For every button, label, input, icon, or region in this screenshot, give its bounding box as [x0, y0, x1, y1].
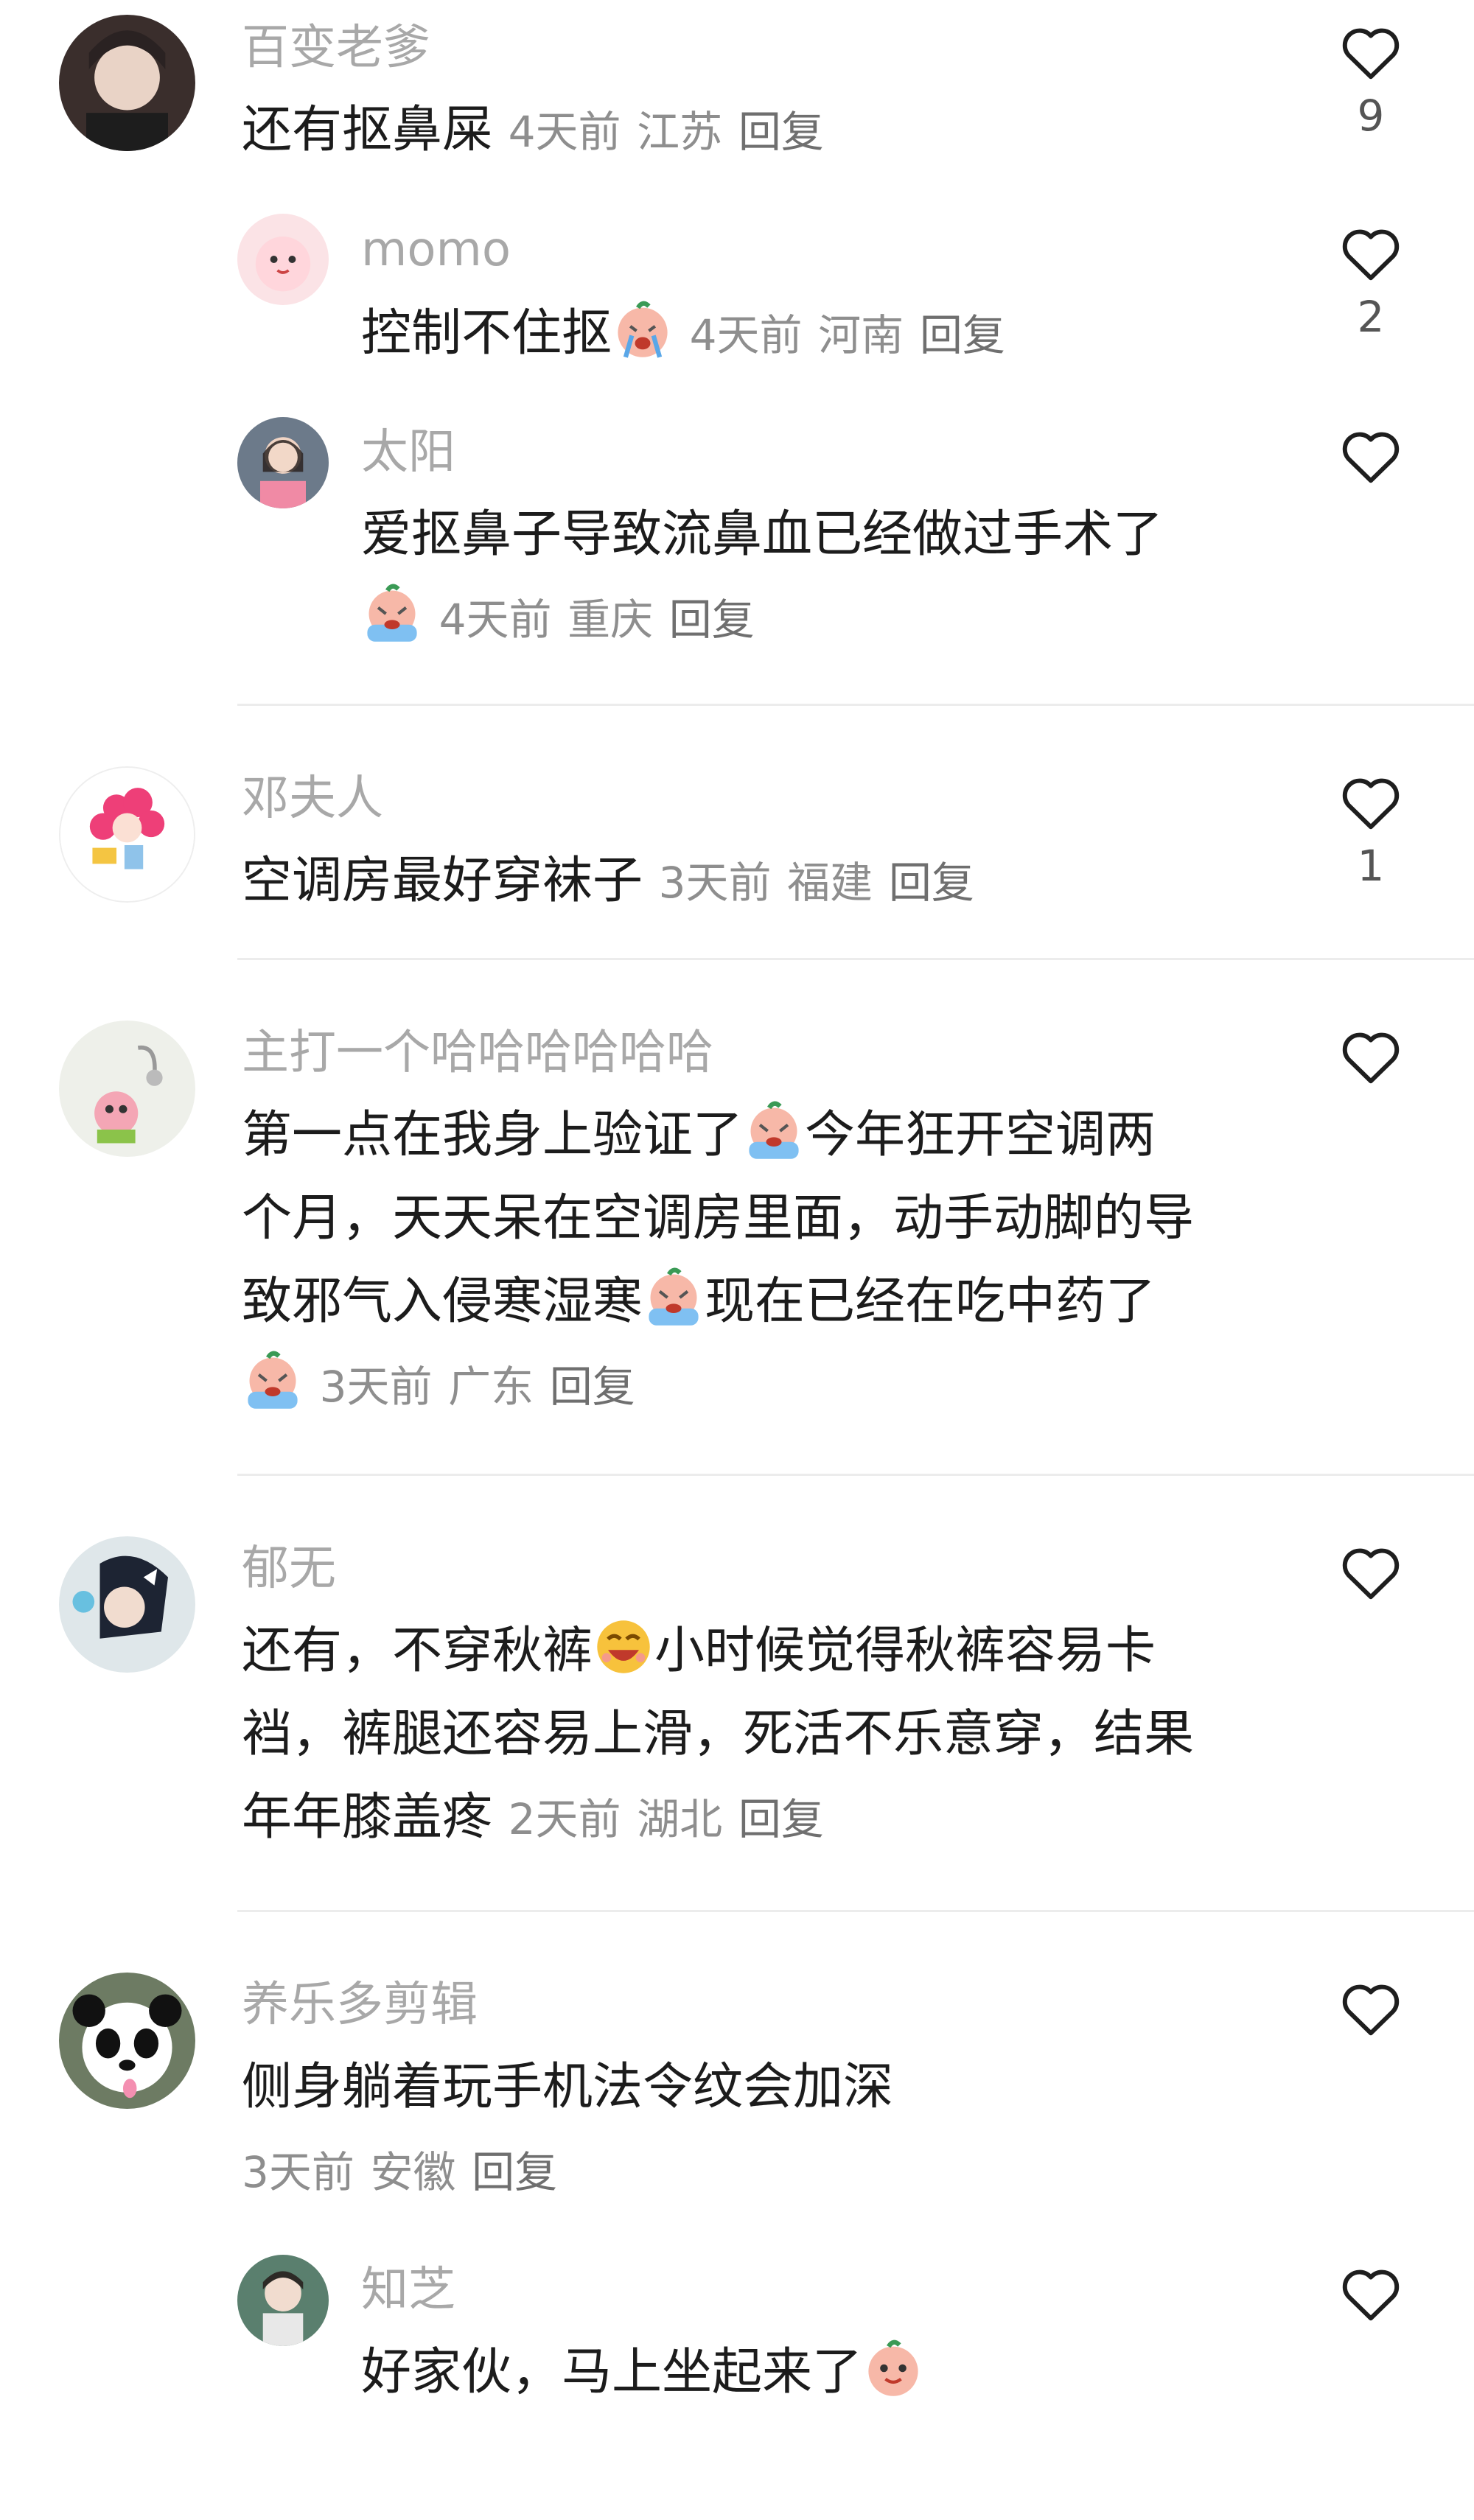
avatar[interactable]	[59, 1021, 195, 1157]
comment-text: 今年狂开空调两	[805, 1106, 1156, 1164]
divider	[237, 704, 1474, 706]
comment-body: 还有，不穿秋裤 小时候觉得秋裤容易卡 裆，裤腿还容易上滑，死活不乐意穿，结果 年年…	[242, 1609, 1318, 1861]
comment-text: 裆，裤腿还容易上滑，死活不乐意穿，结果	[242, 1705, 1195, 1763]
like-count: 1	[1357, 841, 1385, 891]
comment-text: 个月，天天呆在空调房里面，动手动脚的导	[242, 1189, 1195, 1247]
laughing-emoji-icon	[593, 1616, 654, 1678]
divider	[237, 1474, 1474, 1476]
reply-button[interactable]: 回复	[738, 1794, 824, 1844]
like-button[interactable]	[1337, 1028, 1405, 1085]
comment-body: 第一点在我身上验证了 今年狂开空调两 个月，天天呆在空调房里面，动手动脚的导 致邪…	[242, 1093, 1318, 1429]
reply-button[interactable]: 回复	[550, 1362, 635, 1412]
like-button[interactable]	[1337, 427, 1405, 485]
comment-location: 江苏	[637, 107, 723, 157]
comment-time: 3天前	[242, 2147, 354, 2197]
avatar[interactable]	[59, 15, 195, 151]
like-button[interactable]	[1337, 1544, 1405, 1601]
comment-location: 福建	[787, 858, 873, 908]
crying-emoji-icon	[242, 1350, 304, 1412]
comment-time: 4天前	[689, 310, 803, 360]
comment-text: 还有，不穿秋裤	[242, 1622, 593, 1680]
crying-emoji-icon	[743, 1100, 805, 1162]
comment-time: 3天前	[658, 858, 772, 908]
heart-outline-icon	[1342, 1984, 1400, 2036]
reply-button[interactable]: 回复	[889, 858, 974, 908]
comment-body: 控制不住抠 4天前 河南 回复	[361, 292, 1005, 377]
avatar[interactable]	[59, 766, 195, 903]
comment-text: 现在已经在吃中药了	[705, 1273, 1156, 1331]
comment-location: 湖北	[637, 1794, 723, 1844]
heart-outline-icon	[1342, 229, 1400, 281]
comment-text: 侧身躺着玩手机法令纹会加深	[242, 2058, 894, 2116]
comment-username[interactable]: 主打一个哈哈哈哈哈哈	[242, 1029, 713, 1077]
comment-body: 爱抠鼻子导致流鼻血已经做过手术了 4天前 重庆 回复	[361, 493, 1319, 662]
comment-text: 第一点在我身上验证了	[242, 1106, 744, 1164]
comment-username[interactable]: 太阳	[361, 429, 455, 476]
heart-outline-icon	[1342, 1032, 1400, 1084]
reply-button[interactable]: 回复	[669, 595, 755, 645]
like-button[interactable]	[1337, 2265, 1405, 2323]
comment-time: 4天前	[508, 107, 621, 157]
comment-text: 年年膝盖疼	[242, 1788, 493, 1847]
avatar[interactable]	[237, 417, 329, 508]
comment-username[interactable]: 郁无	[242, 1545, 336, 1592]
comment-username[interactable]: 百变老爹	[242, 24, 430, 71]
comment-text: 爱抠鼻子导致流鼻血已经做过手术了	[361, 505, 1164, 564]
avatar[interactable]	[237, 2255, 329, 2346]
comment-text: 控制不住抠	[361, 304, 612, 363]
comment-body: 侧身躺着玩手机法令纹会加深 3天前 安徽 回复	[242, 2045, 1318, 2214]
avatar[interactable]	[237, 214, 329, 305]
divider	[237, 1910, 1474, 1912]
comment-body: 还有抠鼻屎 4天前 江苏 回复	[242, 88, 824, 174]
comment-time: 3天前	[319, 1362, 433, 1412]
like-button[interactable]: 2	[1337, 225, 1405, 338]
heart-outline-icon	[1342, 432, 1400, 483]
like-button[interactable]: 1	[1337, 774, 1405, 887]
crying-emoji-icon	[612, 298, 674, 360]
heart-outline-icon	[1342, 1548, 1400, 1600]
comment-text: 好家伙，马上坐起来了	[361, 2343, 863, 2401]
heart-outline-icon	[1342, 28, 1400, 80]
comment-time: 4天前	[439, 595, 552, 645]
comment-body: 空调房最好穿袜子 3天前 福建 回复	[242, 839, 974, 925]
divider	[237, 958, 1474, 960]
avatar[interactable]	[59, 1536, 195, 1673]
comment-text: 致邪气入侵寒湿寒	[242, 1273, 643, 1331]
comment-location: 重庆	[567, 595, 654, 645]
heart-outline-icon	[1342, 778, 1400, 830]
comment-text: 还有抠鼻屎	[242, 101, 493, 159]
reply-button[interactable]: 回复	[738, 107, 824, 157]
comment-location: 河南	[818, 310, 904, 360]
comment-username[interactable]: 养乐多剪辑	[242, 1981, 478, 2029]
comment-username[interactable]: 知芝	[361, 2267, 455, 2314]
reply-button[interactable]: 回复	[920, 310, 1005, 360]
like-count: 2	[1357, 292, 1385, 342]
comment-location: 安徽	[370, 2147, 456, 2197]
comment-time: 2天前	[508, 1794, 621, 1844]
like-button[interactable]	[1337, 1980, 1405, 2037]
comment-text: 空调房最好穿袜子	[242, 852, 643, 910]
avatar[interactable]	[59, 1973, 195, 2109]
like-button[interactable]: 9	[1337, 24, 1405, 137]
crying-emoji-icon	[643, 1267, 705, 1329]
comment-body: 好家伙，马上坐起来了	[361, 2331, 924, 2414]
comment-username[interactable]: 邓夫人	[242, 775, 383, 822]
heart-outline-icon	[1342, 2269, 1400, 2321]
crying-emoji-icon	[361, 583, 423, 645]
like-count: 9	[1357, 91, 1385, 141]
comment-username[interactable]: momo	[361, 226, 511, 273]
reply-button[interactable]: 回复	[472, 2147, 557, 2197]
comment-location: 广东	[448, 1362, 534, 1412]
comment-text: 小时候觉得秋裤容易卡	[654, 1622, 1156, 1680]
smile-emoji-icon	[862, 2337, 924, 2399]
